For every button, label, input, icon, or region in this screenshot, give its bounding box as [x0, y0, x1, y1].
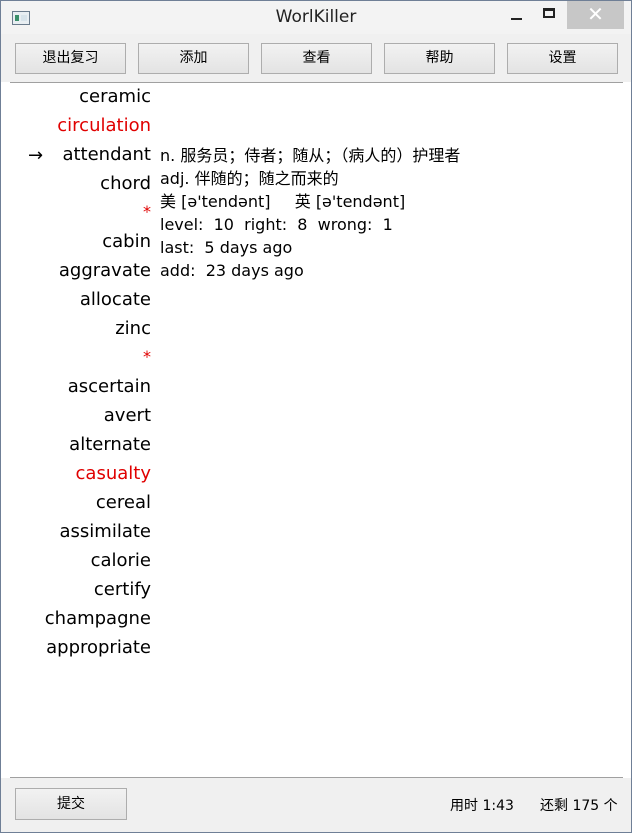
remaining-count: 还剩 175 个	[540, 798, 618, 814]
main-window: WorlKiller ✕ 退出复习 添加 查看 帮助 设置 → ceramic …	[0, 0, 632, 833]
word-item-selected[interactable]: attendant	[1, 144, 151, 165]
word-item[interactable]: ascertain	[1, 376, 151, 397]
word-item[interactable]: allocate	[1, 289, 151, 310]
wrong-label: wrong:	[317, 215, 373, 234]
view-button[interactable]: 查看	[261, 43, 372, 74]
word-item[interactable]: alternate	[1, 434, 151, 455]
exit-review-button[interactable]: 退出复习	[15, 43, 126, 74]
word-item[interactable]: zinc	[1, 318, 151, 339]
word-item[interactable]: aggravate	[1, 260, 151, 281]
us-phonetic: [ə'tendənt]	[181, 192, 271, 211]
status-bar: 提交 用时 1:43 还剩 175 个	[1, 778, 631, 832]
uk-phonetic: [ə'tendənt]	[315, 192, 406, 211]
stats-line: level: 10 right: 8 wrong: 1	[160, 214, 460, 237]
word-item[interactable]: calorie	[1, 550, 151, 571]
maximize-icon	[543, 8, 555, 18]
close-button[interactable]: ✕	[567, 1, 624, 29]
phonetics: 美 [ə'tendənt] 英 [ə'tendənt]	[160, 191, 460, 214]
maximize-button[interactable]	[532, 1, 566, 29]
wrong-value: 1	[382, 215, 393, 234]
word-item[interactable]: casualty	[1, 463, 151, 484]
right-label: right:	[244, 215, 288, 234]
minimize-button[interactable]	[499, 1, 533, 29]
word-item[interactable]: cabin	[1, 231, 151, 252]
word-item[interactable]: assimilate	[1, 521, 152, 542]
noun-definition: n. 服务员；侍者；随从；（病人的）护理者	[160, 146, 461, 165]
word-item[interactable]: chord	[1, 173, 151, 194]
word-item[interactable]: cereal	[1, 492, 151, 513]
close-icon: ✕	[587, 2, 604, 26]
toolbar-divider	[10, 82, 623, 83]
word-item-hidden[interactable]: *	[1, 202, 151, 221]
word-item-hidden[interactable]: *	[1, 347, 151, 366]
level-value: 10	[213, 215, 234, 234]
adjective-definition: adj. 伴随的；随之而来的	[160, 169, 339, 188]
word-item[interactable]: circulation	[1, 115, 151, 136]
add-button[interactable]: 添加	[138, 43, 249, 74]
elapsed-time: 用时 1:43	[450, 798, 514, 814]
minimize-icon	[511, 18, 522, 20]
word-detail-panel: n. 服务员；侍者；随从；（病人的）护理者 adj. 伴随的；随之而来的 美 […	[160, 145, 460, 283]
us-phonetic-label: 美	[160, 192, 177, 211]
word-item[interactable]: ceramic	[1, 86, 151, 107]
settings-button[interactable]: 设置	[507, 43, 618, 74]
word-item[interactable]: appropriate	[1, 637, 151, 658]
toolbar: 退出复习 添加 查看 帮助 设置	[1, 34, 631, 82]
uk-phonetic-label: 英	[294, 192, 311, 211]
word-item[interactable]: avert	[1, 405, 151, 426]
word-item[interactable]: certify	[1, 579, 151, 600]
last-value: 5 days ago	[204, 238, 293, 257]
last-review-line: last: 5 days ago	[160, 237, 460, 260]
last-label: last:	[160, 238, 195, 257]
level-label: level:	[160, 215, 204, 234]
right-value: 8	[297, 215, 308, 234]
added-line: add: 23 days ago	[160, 260, 460, 283]
add-label: add:	[160, 261, 196, 280]
title-bar[interactable]: WorlKiller ✕	[1, 1, 631, 34]
help-button[interactable]: 帮助	[384, 43, 495, 74]
submit-button[interactable]: 提交	[15, 788, 127, 820]
add-value: 23 days ago	[205, 261, 304, 280]
word-item[interactable]: champagne	[1, 608, 151, 629]
